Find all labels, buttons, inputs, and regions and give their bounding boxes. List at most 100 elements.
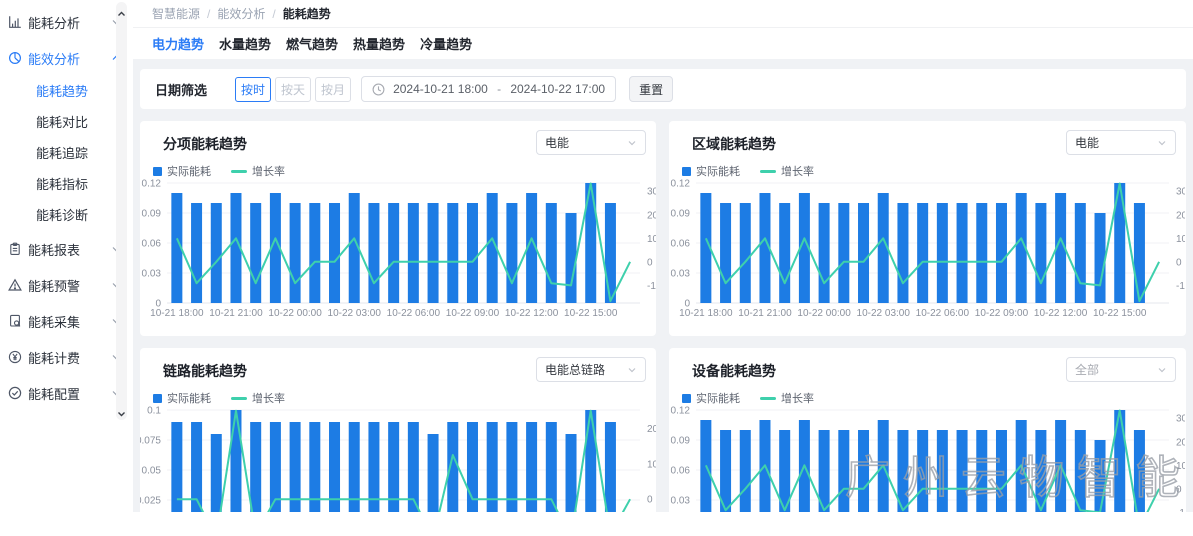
chart-card-设备能耗趋势: 设备能耗趋势全部实际能耗增长率00.030.060.090.12-1001020… xyxy=(669,348,1186,512)
sidebar-submenu: 能耗趋势能耗对比能耗追踪能耗指标能耗诊断 xyxy=(0,76,133,231)
svg-text:10-22 12:00: 10-22 12:00 xyxy=(505,308,559,319)
chart-card-链路能耗趋势: 链路能耗趋势电能总链路实际能耗增长率00.0250.050.0750.10102… xyxy=(140,348,656,512)
bar-chart-icon xyxy=(8,15,23,30)
tab-电力趋势[interactable]: 电力趋势 xyxy=(152,34,204,53)
svg-text:30: 30 xyxy=(647,187,656,198)
breadcrumb: 智慧能源/能效分析/能耗趋势 xyxy=(133,0,1193,28)
granularity-按时[interactable]: 按时 xyxy=(235,77,271,102)
tab-冷量趋势[interactable]: 冷量趋势 xyxy=(420,34,472,53)
svg-text:10-22 03:00: 10-22 03:00 xyxy=(857,308,911,319)
chart-select-value: 电能总链路 xyxy=(545,361,627,378)
topbar: 智慧能源/能效分析/能耗趋势 电力趋势水量趋势燃气趋势热量趋势冷量趋势 xyxy=(133,0,1193,59)
tab-燃气趋势[interactable]: 燃气趋势 xyxy=(286,34,338,53)
svg-text:10-21 18:00: 10-21 18:00 xyxy=(679,308,733,319)
chart-title: 设备能耗趋势 xyxy=(692,361,776,381)
sidebar-scrollbar[interactable] xyxy=(116,2,127,420)
svg-text:10-22 00:00: 10-22 00:00 xyxy=(268,308,322,319)
svg-text:30: 30 xyxy=(1176,187,1185,198)
collect-icon xyxy=(8,314,23,329)
sidebar-item-能耗计费[interactable]: 能耗计费 xyxy=(0,339,133,375)
svg-text:0.12: 0.12 xyxy=(671,406,691,417)
svg-text:20: 20 xyxy=(647,424,656,435)
sidebar-subitem-能耗诊断[interactable]: 能耗诊断 xyxy=(0,200,133,231)
svg-text:0: 0 xyxy=(1176,484,1182,495)
chart-select[interactable]: 全部 xyxy=(1066,357,1176,382)
growth-line xyxy=(706,184,1159,302)
svg-text:-10: -10 xyxy=(1176,508,1185,512)
chart-select-value: 电能 xyxy=(1075,134,1157,151)
date-range-input[interactable]: 2024-10-21 18:00 - 2024-10-22 17:00 xyxy=(361,76,616,102)
pie-chart-icon xyxy=(8,51,23,66)
chart-select[interactable]: 电能 xyxy=(536,130,646,155)
sidebar-item-能效分析[interactable]: 能效分析 xyxy=(0,40,133,76)
growth-line xyxy=(177,184,630,302)
sidebar-item-能耗采集[interactable]: 能耗采集 xyxy=(0,303,133,339)
svg-text:10-22 15:00: 10-22 15:00 xyxy=(1093,308,1147,319)
svg-text:0.025: 0.025 xyxy=(140,496,161,507)
svg-text:10-22 06:00: 10-22 06:00 xyxy=(387,308,441,319)
svg-text:0.09: 0.09 xyxy=(671,209,691,220)
app-root: 能耗分析能效分析能耗趋势能耗对比能耗追踪能耗指标能耗诊断能耗报表能耗预警能耗采集… xyxy=(0,0,1193,512)
chart-select-value: 全部 xyxy=(1075,361,1157,378)
chart-title: 链路能耗趋势 xyxy=(163,361,247,381)
growth-line xyxy=(177,411,630,512)
range-start-value[interactable]: 2024-10-21 18:00 xyxy=(393,82,488,96)
scroll-up-icon[interactable] xyxy=(117,6,126,16)
sidebar-subitem-能耗指标[interactable]: 能耗指标 xyxy=(0,169,133,200)
svg-text:10: 10 xyxy=(647,234,656,245)
growth-line xyxy=(706,411,1159,513)
sidebar-item-能耗配置[interactable]: 能耗配置 xyxy=(0,375,133,411)
breadcrumb-item[interactable]: 智慧能源 xyxy=(152,5,200,22)
bars-series xyxy=(700,410,1145,512)
sidebar-subitem-能耗趋势[interactable]: 能耗趋势 xyxy=(0,76,133,107)
range-separator: - xyxy=(488,82,511,96)
svg-text:10: 10 xyxy=(1176,461,1185,472)
reset-button[interactable]: 重置 xyxy=(629,76,673,102)
sidebar-item-label: 能耗预警 xyxy=(28,276,111,295)
svg-text:10-22 00:00: 10-22 00:00 xyxy=(797,308,851,319)
breadcrumb-item: 能耗趋势 xyxy=(283,5,331,22)
sidebar-item-能耗预警[interactable]: 能耗预警 xyxy=(0,267,133,303)
chart-select[interactable]: 电能总链路 xyxy=(536,357,646,382)
svg-text:10-22 12:00: 10-22 12:00 xyxy=(1034,308,1088,319)
svg-text:0: 0 xyxy=(647,495,653,506)
svg-text:0: 0 xyxy=(1176,257,1182,268)
sidebar-item-label: 能耗分析 xyxy=(28,13,111,32)
granularity-按月[interactable]: 按月 xyxy=(315,77,351,102)
sidebar-subitem-能耗追踪[interactable]: 能耗追踪 xyxy=(0,138,133,169)
page-body: 日期筛选 按时按天按月 2024-10-21 18:00 - 2024-10-2… xyxy=(133,59,1193,512)
svg-text:10-21 18:00: 10-21 18:00 xyxy=(150,308,204,319)
range-end-value[interactable]: 2024-10-22 17:00 xyxy=(510,82,605,96)
chart-select-value: 电能 xyxy=(545,134,627,151)
svg-text:0.09: 0.09 xyxy=(671,436,691,447)
chart-canvas: 00.030.060.090.12-10010203010-21 18:0010… xyxy=(140,173,656,333)
chart-canvas: 00.030.060.090.12-10010203010-21 18:0010… xyxy=(669,173,1185,333)
svg-text:10: 10 xyxy=(647,459,656,470)
svg-text:10-22 09:00: 10-22 09:00 xyxy=(975,308,1029,319)
sidebar-item-label: 能耗采集 xyxy=(28,312,111,331)
tab-热量趋势[interactable]: 热量趋势 xyxy=(353,34,405,53)
main-content: 智慧能源/能效分析/能耗趋势 电力趋势水量趋势燃气趋势热量趋势冷量趋势 日期筛选… xyxy=(133,0,1193,512)
chart-title: 分项能耗趋势 xyxy=(163,134,247,154)
sidebar-subitem-能耗对比[interactable]: 能耗对比 xyxy=(0,107,133,138)
date-filter-bar: 日期筛选 按时按天按月 2024-10-21 18:00 - 2024-10-2… xyxy=(140,69,1186,109)
chevron-down-icon xyxy=(627,365,637,375)
granularity-按天[interactable]: 按天 xyxy=(275,77,311,102)
svg-text:10-22 15:00: 10-22 15:00 xyxy=(564,308,618,319)
sidebar-menu: 能耗分析能效分析能耗趋势能耗对比能耗追踪能耗指标能耗诊断能耗报表能耗预警能耗采集… xyxy=(0,0,133,411)
sidebar-item-能耗分析[interactable]: 能耗分析 xyxy=(0,4,133,40)
svg-text:10-22 06:00: 10-22 06:00 xyxy=(916,308,970,319)
svg-text:10-21 21:00: 10-21 21:00 xyxy=(738,308,792,319)
granularity-group: 按时按天按月 xyxy=(235,77,351,102)
sidebar-item-能耗报表[interactable]: 能耗报表 xyxy=(0,231,133,267)
breadcrumb-separator: / xyxy=(272,7,275,21)
sidebar-item-label: 能耗报表 xyxy=(28,240,111,259)
svg-text:0.03: 0.03 xyxy=(671,269,691,280)
svg-text:0.06: 0.06 xyxy=(671,239,691,250)
tab-水量趋势[interactable]: 水量趋势 xyxy=(219,34,271,53)
clock-icon xyxy=(372,83,385,96)
breadcrumb-item[interactable]: 能效分析 xyxy=(217,5,265,22)
svg-text:0.03: 0.03 xyxy=(142,269,162,280)
chart-select[interactable]: 电能 xyxy=(1066,130,1176,155)
scroll-down-icon[interactable] xyxy=(117,406,126,416)
